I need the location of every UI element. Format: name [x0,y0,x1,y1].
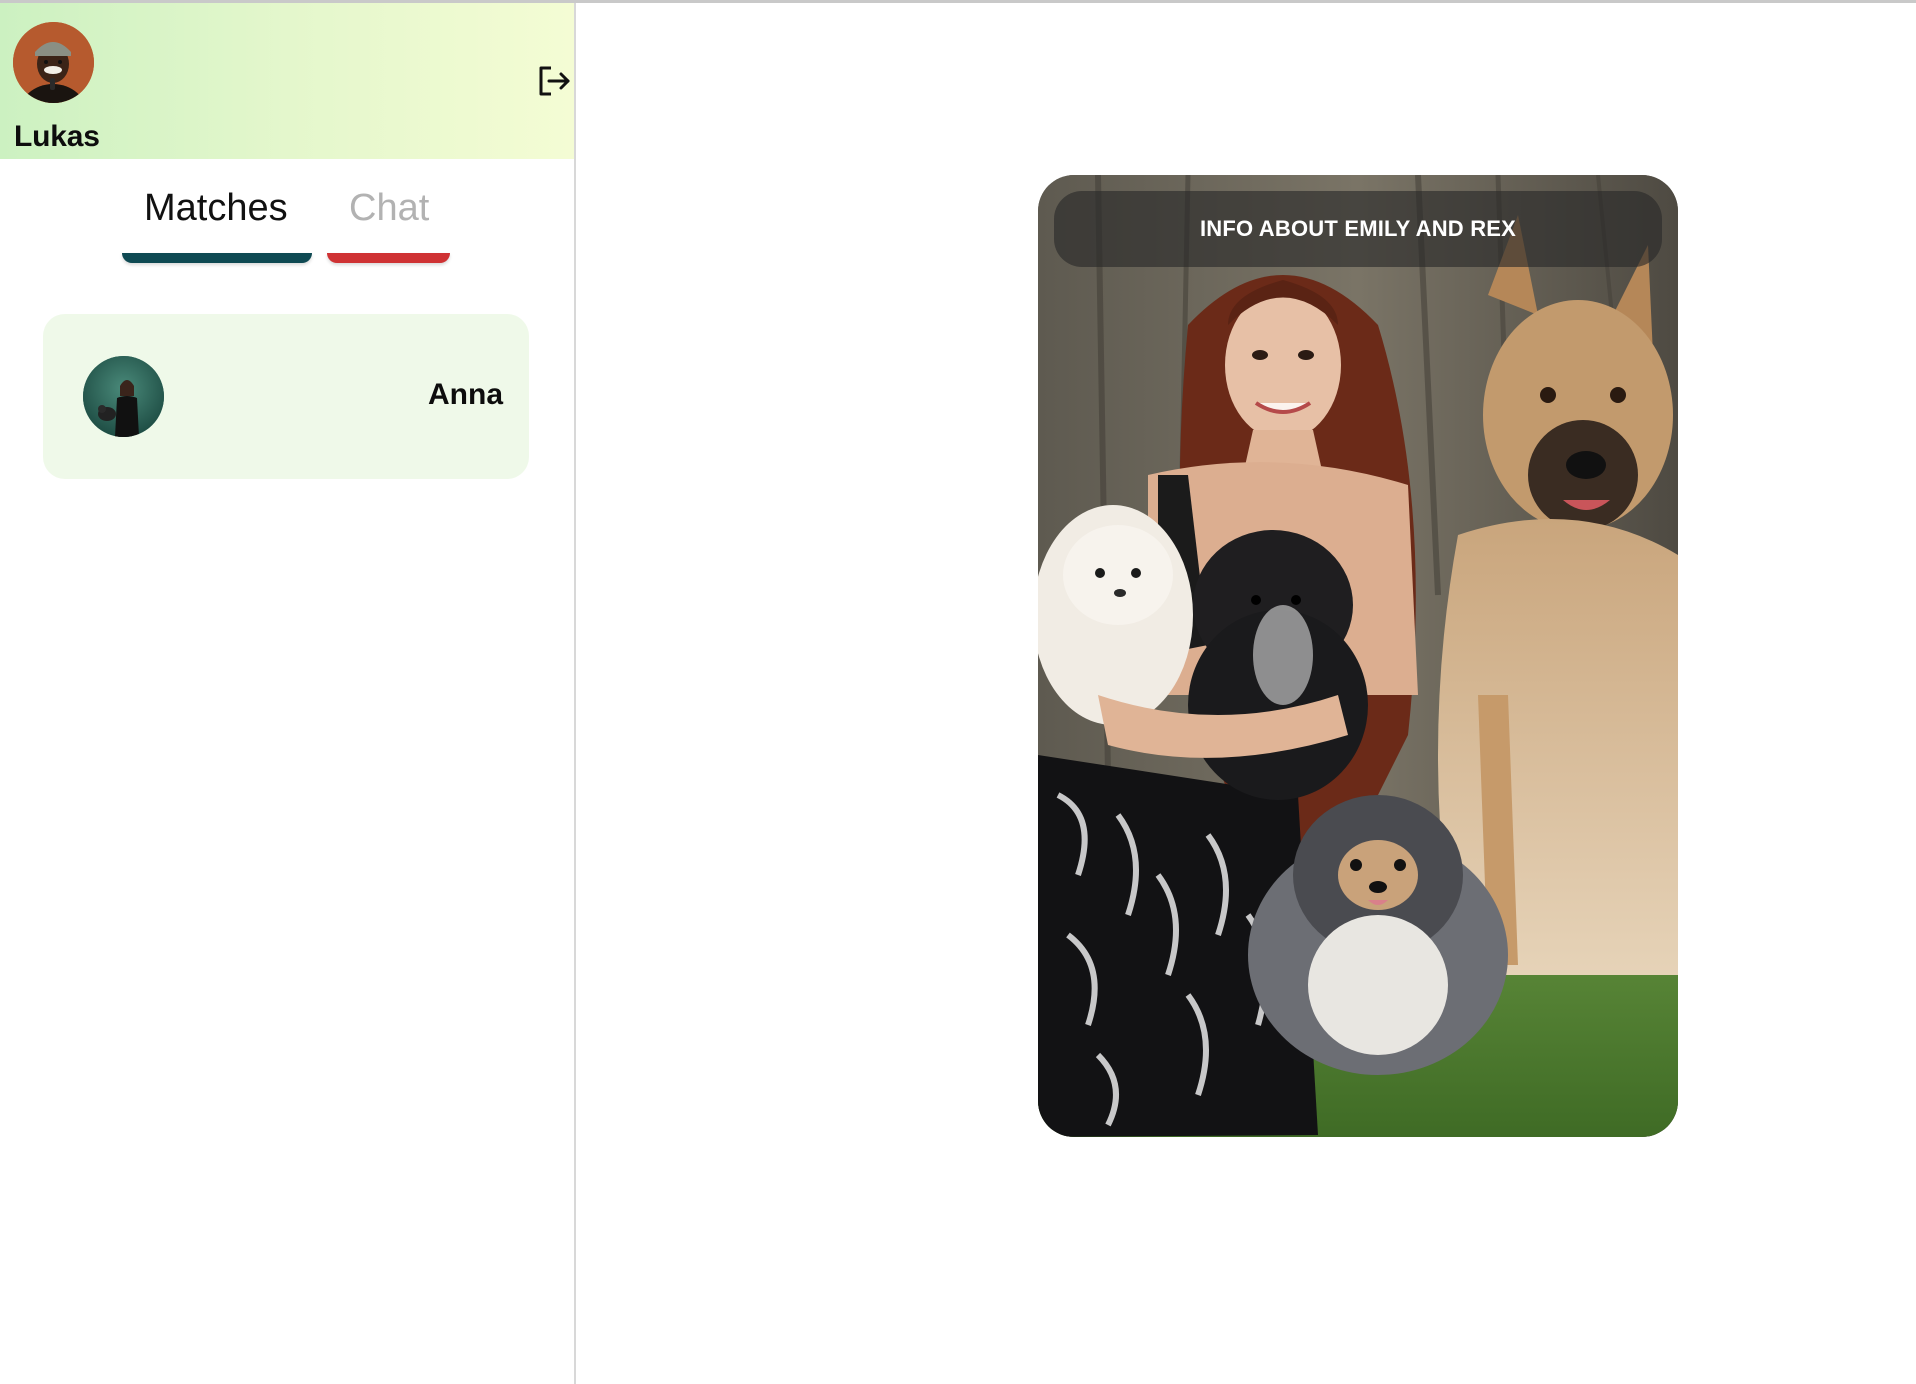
user-avatar-image [13,22,94,103]
match-avatar-image [83,356,164,437]
tab-matches-underline [122,253,312,263]
tab-bar: Matches Chat [0,159,574,265]
match-card[interactable]: Anna [43,314,529,479]
logout-button[interactable] [536,63,572,99]
tab-matches[interactable]: Matches [144,187,288,230]
main-content: INFO ABOUT EMILY AND REX [576,3,1916,1384]
sidebar-header: Lukas [0,3,574,159]
tab-chat[interactable]: Chat [349,187,429,230]
app-root: Lukas Matches Chat Anna INFO ABOUT EMILY… [0,0,1916,1384]
user-name: Lukas [14,120,100,153]
match-name: Anna [428,378,503,411]
user-avatar[interactable] [13,22,94,103]
match-list: Anna [43,314,529,479]
tab-chat-underline [327,253,450,263]
logout-icon [539,66,570,96]
profile-photo [1038,175,1678,1137]
profile-card[interactable]: INFO ABOUT EMILY AND REX [1038,175,1678,1137]
profile-info-button[interactable]: INFO ABOUT EMILY AND REX [1054,191,1662,267]
match-avatar [83,356,164,437]
sidebar: Lukas Matches Chat Anna [0,3,576,1384]
